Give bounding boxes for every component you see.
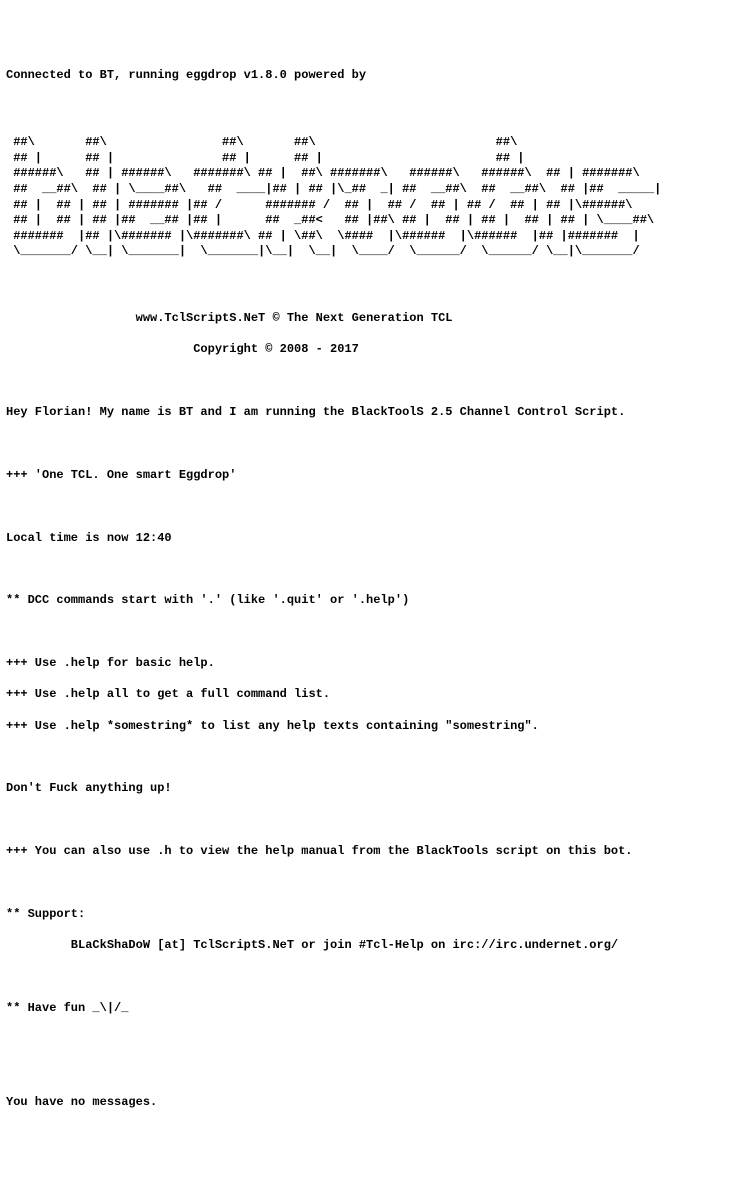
- messages-status: You have no messages.: [6, 1095, 749, 1111]
- copyright-text: Copyright © 2008 - 2017: [193, 342, 359, 356]
- support-info: BLaCkShaDoW [at] TclScriptS.NeT or join …: [6, 938, 749, 954]
- spacer: [6, 436, 749, 452]
- spacer: [6, 373, 749, 389]
- spacer: [6, 750, 749, 766]
- spacer: [6, 969, 749, 985]
- spacer: [6, 499, 749, 515]
- help-line-1: +++ Use .help for basic help.: [6, 656, 749, 672]
- help-line-3: +++ Use .help *somestring* to list any h…: [6, 719, 749, 735]
- site-credit: www.TclScriptS.NeT © The Next Generation…: [6, 311, 749, 327]
- spacer: [6, 625, 749, 641]
- greeting-line: Hey Florian! My name is BT and I am runn…: [6, 405, 749, 421]
- copyright-line: Copyright © 2008 - 2017: [6, 342, 749, 358]
- spacer: [6, 1032, 749, 1048]
- tagline: +++ 'One TCL. One smart Eggdrop': [6, 468, 749, 484]
- dcc-hint: ** DCC commands start with '.' (like '.q…: [6, 593, 749, 609]
- spacer: [6, 562, 749, 578]
- local-time: Local time is now 12:40: [6, 531, 749, 547]
- site-credit-text: www.TclScriptS.NeT © The Next Generation…: [136, 311, 453, 325]
- spacer: [6, 1064, 749, 1080]
- warning-line: Don't Fuck anything up!: [6, 781, 749, 797]
- spacer: [6, 875, 749, 891]
- spacer: [6, 280, 749, 296]
- ascii-logo: ##\ ##\ ##\ ##\ ##\ ## | ## | ## | ## | …: [6, 135, 749, 260]
- spacer: [6, 813, 749, 829]
- have-fun: ** Have fun _\|/_: [6, 1001, 749, 1017]
- spacer: [6, 100, 749, 116]
- help-manual: +++ You can also use .h to view the help…: [6, 844, 749, 860]
- support-label: ** Support:: [6, 907, 749, 923]
- help-line-2: +++ Use .help all to get a full command …: [6, 687, 749, 703]
- connection-header: Connected to BT, running eggdrop v1.8.0 …: [6, 68, 749, 84]
